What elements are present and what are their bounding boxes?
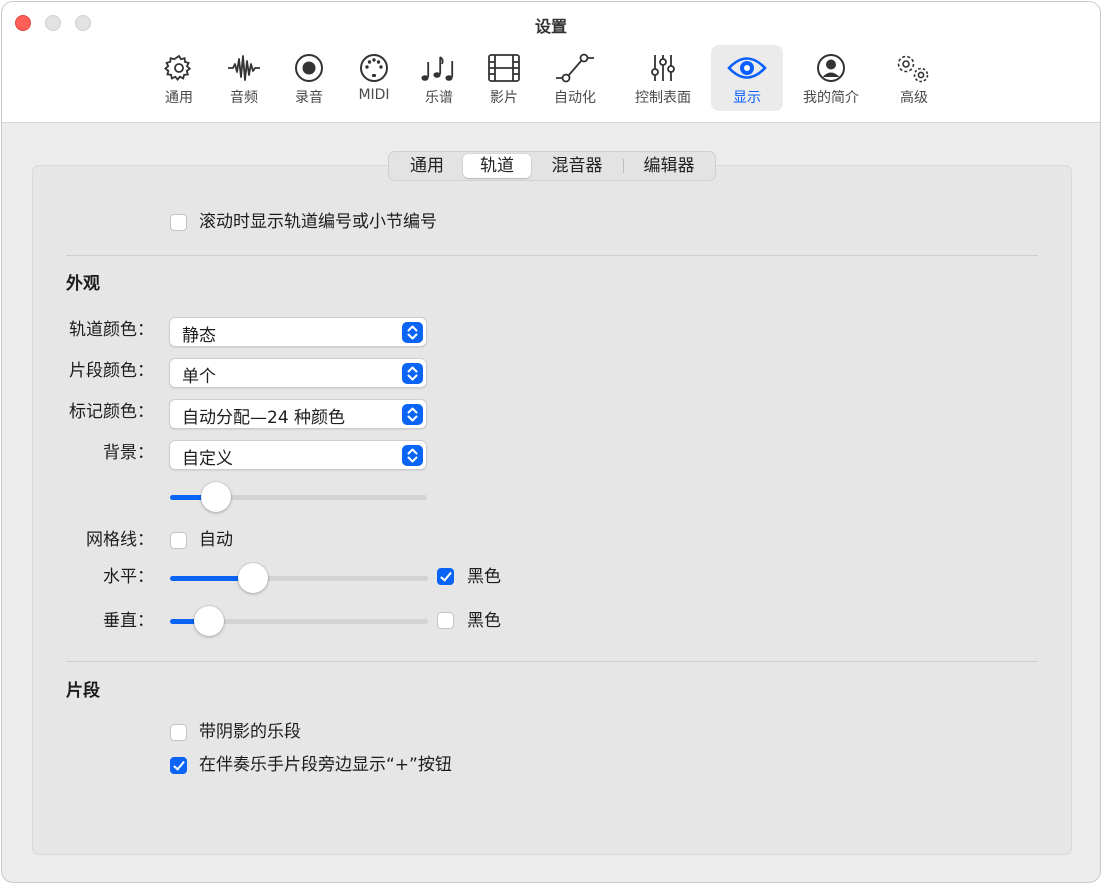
toolbar-item-score[interactable]: 乐谱 (410, 45, 468, 111)
toolbar-item-display[interactable]: 显示 (711, 45, 783, 111)
sliders-icon (651, 55, 675, 81)
background-value: 自定义 (182, 449, 233, 469)
music-notes-icon (421, 56, 454, 81)
tab-general[interactable]: 通用 (395, 154, 459, 178)
vertical-black-label: 黑色 (467, 611, 501, 631)
chevron-updown-icon (402, 363, 423, 384)
settings-panel (32, 165, 1072, 855)
toolbar-item-recording[interactable]: 录音 (280, 45, 338, 111)
chevron-updown-icon (402, 445, 423, 466)
tab-mixer[interactable]: 混音器 (535, 154, 619, 178)
scroll-show-number-checkbox[interactable] (170, 214, 187, 231)
region-color-value: 单个 (182, 367, 216, 387)
toolbar-label: 乐谱 (425, 90, 453, 106)
toolbar-label: 自动化 (554, 90, 596, 106)
track-color-popup[interactable]: 静态 (169, 317, 427, 347)
divider (66, 255, 1038, 256)
divider (66, 661, 1038, 662)
toolbar-label: 高级 (900, 90, 928, 106)
settings-window: 设置 通用 音频 录音 MIDI 乐谱 影片 自动化 控制表面 显示 我的简介 … (1, 1, 1101, 883)
tab-bar: 通用 轨道 混音器 编辑器 (388, 151, 716, 181)
tab-tracks[interactable]: 轨道 (463, 154, 531, 178)
horizontal-slider[interactable] (170, 563, 428, 593)
gears-icon (897, 55, 929, 83)
marker-color-popup[interactable]: 自动分配—24 种颜色 (169, 399, 427, 429)
eye-icon (727, 57, 767, 79)
toolbar-label: 录音 (295, 90, 323, 106)
gear-icon (164, 54, 192, 82)
record-icon (295, 54, 323, 82)
region-color-label: 片段颜色： (69, 361, 154, 381)
film-icon (488, 54, 520, 82)
regions-heading: 片段 (66, 681, 100, 701)
background-popup[interactable]: 自定义 (169, 440, 427, 470)
vertical-label: 垂直： (103, 611, 154, 631)
tab-divider (623, 159, 624, 173)
toolbar-label: 通用 (165, 90, 193, 106)
shaded-regions-label: 带阴影的乐段 (199, 722, 301, 742)
toolbar-label: 影片 (490, 90, 518, 106)
toolbar-item-movie[interactable]: 影片 (475, 45, 533, 111)
gridlines-auto-checkbox[interactable] (170, 532, 187, 549)
slider-knob[interactable] (193, 606, 224, 636)
toolbar-label: 我的简介 (803, 90, 859, 106)
toolbar-label: 音频 (230, 90, 258, 106)
toolbar-item-advanced[interactable]: 高级 (885, 45, 943, 111)
shaded-regions-checkbox[interactable] (170, 724, 187, 741)
horizontal-label: 水平： (103, 567, 154, 587)
toolbar-item-audio[interactable]: 音频 (215, 45, 273, 111)
chevron-updown-icon (402, 404, 423, 425)
vertical-black-checkbox[interactable] (437, 612, 454, 629)
scroll-show-number-label: 滚动时显示轨道编号或小节编号 (199, 212, 437, 232)
horizontal-black-checkbox[interactable] (437, 568, 454, 585)
toolbar-label: 显示 (733, 90, 761, 106)
gridlines-label: 网格线： (86, 530, 154, 550)
horizontal-black-label: 黑色 (467, 567, 501, 587)
track-color-label: 轨道颜色： (69, 320, 154, 340)
gridlines-auto-label: 自动 (199, 530, 233, 550)
vertical-slider[interactable] (170, 606, 428, 636)
background-slider[interactable] (170, 482, 427, 512)
toolbar-item-midi[interactable]: MIDI (345, 45, 403, 111)
automation-icon (556, 53, 594, 83)
toolbar-label: 控制表面 (635, 90, 691, 106)
slider-knob[interactable] (237, 563, 268, 593)
tab-editors[interactable]: 编辑器 (627, 154, 711, 178)
toolbar-label: MIDI (358, 87, 390, 103)
toolbar-item-general[interactable]: 通用 (150, 45, 208, 111)
title-bar: 设置 通用 音频 录音 MIDI 乐谱 影片 自动化 控制表面 显示 我的简介 … (2, 2, 1100, 123)
waveform-icon (228, 55, 260, 81)
toolbar-item-my-info[interactable]: 我的简介 (792, 45, 870, 111)
person-icon (817, 54, 845, 82)
midi-icon (360, 54, 388, 82)
marker-color-value: 自动分配—24 种颜色 (182, 408, 346, 428)
region-color-popup[interactable]: 单个 (169, 358, 427, 388)
toolbar-item-automation[interactable]: 自动化 (540, 45, 610, 111)
show-plus-button-label: 在伴奏乐手片段旁边显示“+”按钮 (199, 755, 452, 775)
marker-color-label: 标记颜色： (69, 402, 154, 422)
appearance-heading: 外观 (66, 274, 100, 294)
background-label: 背景： (103, 443, 154, 463)
track-color-value: 静态 (182, 326, 216, 346)
toolbar-item-control-surfaces[interactable]: 控制表面 (624, 45, 702, 111)
chevron-updown-icon (402, 322, 423, 343)
show-plus-button-checkbox[interactable] (170, 757, 187, 774)
window-title: 设置 (534, 17, 567, 36)
